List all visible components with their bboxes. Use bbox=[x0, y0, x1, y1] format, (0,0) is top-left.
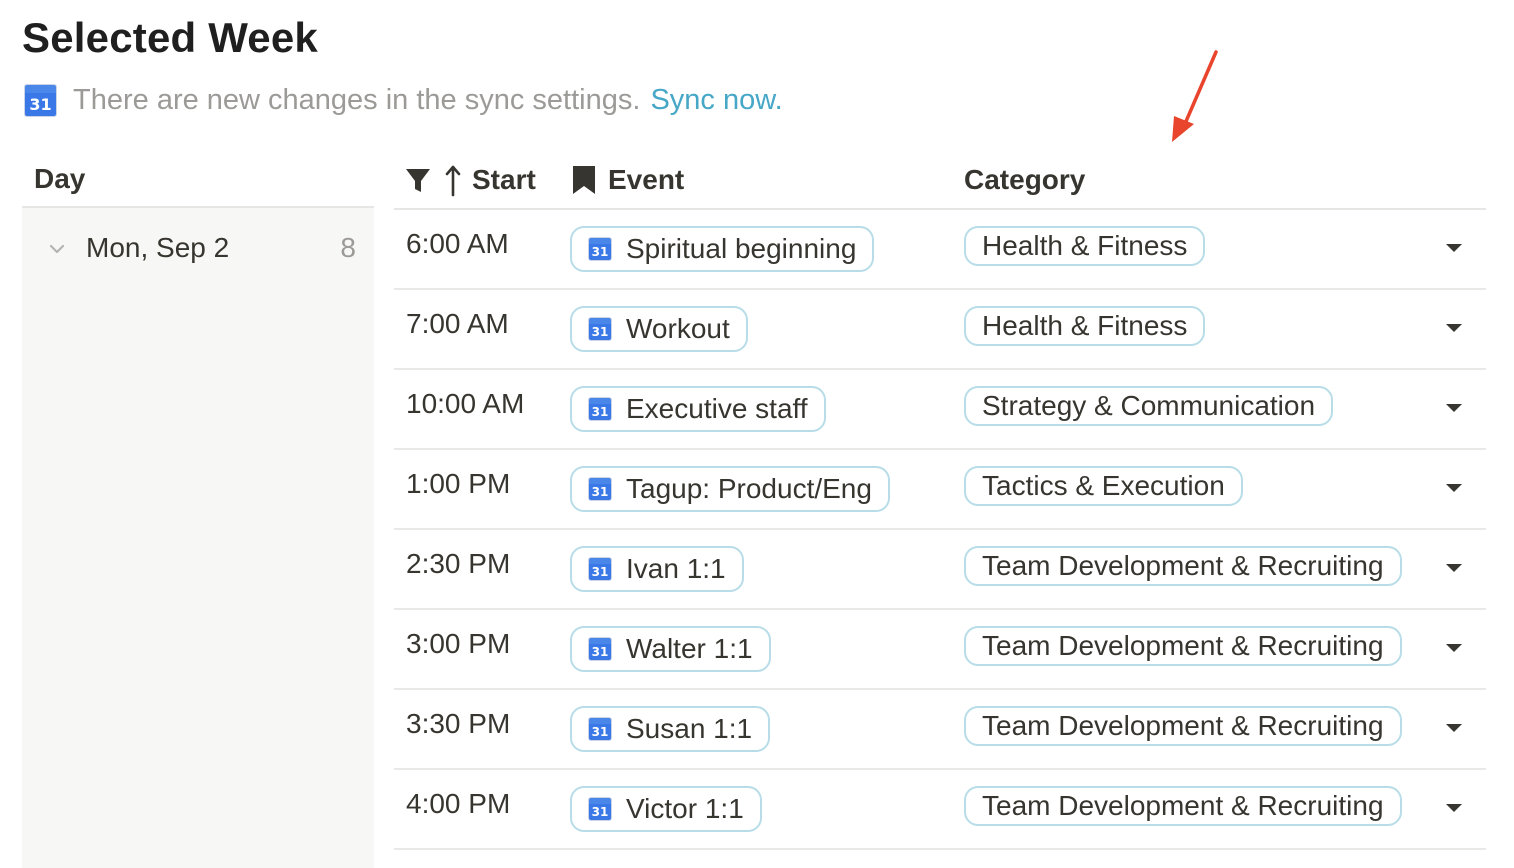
category-tag[interactable]: Strategy & Communication bbox=[964, 386, 1334, 426]
start-time-cell[interactable]: 3:30 PM bbox=[406, 708, 510, 740]
google-calendar-icon: 31 bbox=[24, 83, 57, 117]
sync-now-link[interactable]: Sync now. bbox=[650, 84, 782, 117]
day-group-panel: Mon, Sep 2 8 bbox=[22, 208, 374, 868]
event-link[interactable]: 31 Ivan 1:1 bbox=[570, 546, 744, 592]
start-time-cell[interactable]: 10:00 AM bbox=[406, 388, 524, 420]
filter-icon[interactable] bbox=[404, 164, 434, 196]
calendar-day-number: 31 bbox=[591, 485, 609, 500]
calendar-day-number: 31 bbox=[591, 725, 609, 740]
calendar-day-number: 31 bbox=[591, 245, 609, 260]
google-calendar-icon: 31 bbox=[588, 237, 612, 261]
sync-notice: 31 There are new changes in the sync set… bbox=[24, 80, 783, 120]
calendar-day-number: 31 bbox=[591, 805, 609, 820]
google-calendar-icon: 31 bbox=[588, 317, 612, 341]
category-tag[interactable]: Health & Fitness bbox=[964, 226, 1206, 266]
day-group-label: Mon, Sep 2 bbox=[86, 232, 230, 263]
event-link[interactable]: 31 Victor 1:1 bbox=[570, 786, 762, 832]
dropdown-caret-icon[interactable] bbox=[1444, 322, 1464, 334]
event-title: Workout bbox=[626, 313, 730, 344]
start-time-cell[interactable]: 6:00 AM bbox=[406, 228, 509, 260]
dropdown-caret-icon[interactable] bbox=[1444, 242, 1464, 254]
google-calendar-icon: 31 bbox=[588, 797, 612, 821]
google-calendar-icon: 31 bbox=[588, 637, 612, 661]
table-row[interactable]: 3:00 PM 31 Walter 1:1 Team Development & Re… bbox=[394, 610, 1486, 690]
dropdown-caret-icon[interactable] bbox=[1444, 562, 1464, 574]
event-title: Executive staff bbox=[626, 393, 808, 424]
category-tag[interactable]: Team Development & Recruiting bbox=[964, 786, 1402, 826]
category-tag[interactable]: Team Development & Recruiting bbox=[964, 546, 1402, 586]
event-link[interactable]: 31 Workout bbox=[570, 306, 748, 352]
dropdown-caret-icon[interactable] bbox=[1444, 802, 1464, 814]
calendar-day-number: 31 bbox=[591, 325, 609, 340]
event-title: Walter 1:1 bbox=[626, 633, 753, 664]
calendar-day-number: 31 bbox=[591, 405, 609, 420]
event-title: Ivan 1:1 bbox=[626, 553, 726, 584]
event-title: Spiritual beginning bbox=[626, 233, 857, 264]
google-calendar-icon: 31 bbox=[588, 557, 612, 581]
event-link[interactable]: 31 Susan 1:1 bbox=[570, 706, 771, 752]
google-calendar-icon: 31 bbox=[588, 397, 612, 421]
calendar-day-number: 31 bbox=[591, 645, 609, 660]
table-row[interactable]: 4:00 PM 31 Victor 1:1 Team Development & Re… bbox=[394, 770, 1486, 850]
calendar-day-number: 31 bbox=[591, 565, 609, 580]
bookmark-icon bbox=[573, 166, 595, 194]
day-group-count: 8 bbox=[340, 232, 356, 263]
column-header-category[interactable]: Category bbox=[964, 152, 1085, 208]
category-tag[interactable]: Health & Fitness bbox=[964, 306, 1206, 346]
table-row[interactable]: 3:30 PM 31 Susan 1:1 Team Development & Rec… bbox=[394, 690, 1486, 770]
table-row[interactable]: 7:00 AM 31 Workout Health & Fitness bbox=[394, 290, 1486, 370]
calendar-day-number: 31 bbox=[29, 94, 52, 114]
category-tag[interactable]: Team Development & Recruiting bbox=[964, 706, 1402, 746]
event-table-body: 6:00 AM 31 Spiritual beginning Health & Fit… bbox=[394, 210, 1486, 850]
category-tag[interactable]: Tactics & Execution bbox=[964, 466, 1243, 506]
google-calendar-icon: 31 bbox=[588, 477, 612, 501]
category-column-label: Category bbox=[964, 164, 1086, 195]
table-row[interactable]: 2:30 PM 31 Ivan 1:1 Team Development & Recr… bbox=[394, 530, 1486, 610]
event-link[interactable]: 31 Walter 1:1 bbox=[570, 626, 771, 672]
event-title: Tagup: Product/Eng bbox=[626, 473, 872, 504]
column-header-event[interactable]: Event bbox=[570, 152, 684, 208]
event-title: Susan 1:1 bbox=[626, 713, 753, 744]
start-time-cell[interactable]: 3:00 PM bbox=[406, 628, 510, 660]
dropdown-caret-icon[interactable] bbox=[1444, 642, 1464, 654]
category-tag[interactable]: Team Development & Recruiting bbox=[964, 626, 1402, 666]
sync-message: There are new changes in the sync settin… bbox=[73, 83, 641, 116]
table-row[interactable]: 10:00 AM 31 Executive staff Strategy & Comm… bbox=[394, 370, 1486, 450]
dropdown-caret-icon[interactable] bbox=[1444, 482, 1464, 494]
dropdown-caret-icon[interactable] bbox=[1444, 402, 1464, 414]
event-link[interactable]: 31 Tagup: Product/Eng bbox=[570, 466, 890, 512]
google-calendar-icon: 31 bbox=[588, 717, 612, 741]
start-time-cell[interactable]: 7:00 AM bbox=[406, 308, 509, 340]
sort-ascending-icon[interactable] bbox=[444, 163, 462, 197]
start-column-label: Start bbox=[472, 164, 536, 195]
day-group-toggle[interactable]: Mon, Sep 2 8 bbox=[22, 228, 374, 270]
event-title: Victor 1:1 bbox=[626, 793, 744, 824]
column-header-start[interactable]: Start bbox=[404, 152, 536, 208]
dropdown-caret-icon[interactable] bbox=[1444, 722, 1464, 734]
table-header: Start Event Category bbox=[394, 152, 1486, 210]
page-title: Selected Week bbox=[22, 14, 318, 61]
chevron-down-icon[interactable] bbox=[48, 240, 66, 258]
event-link[interactable]: 31 Spiritual beginning bbox=[570, 226, 875, 272]
table-row[interactable]: 1:00 PM 31 Tagup: Product/Eng Tactics & Exe… bbox=[394, 450, 1486, 530]
day-column-header[interactable]: Day bbox=[22, 152, 374, 208]
start-time-cell[interactable]: 4:00 PM bbox=[406, 788, 510, 820]
table-row[interactable]: 6:00 AM 31 Spiritual beginning Health & Fit… bbox=[394, 210, 1486, 290]
event-column-label: Event bbox=[608, 164, 685, 195]
annotation-arrow-icon bbox=[1172, 50, 1218, 142]
start-time-cell[interactable]: 1:00 PM bbox=[406, 468, 510, 500]
start-time-cell[interactable]: 2:30 PM bbox=[406, 548, 510, 580]
event-link[interactable]: 31 Executive staff bbox=[570, 386, 826, 432]
